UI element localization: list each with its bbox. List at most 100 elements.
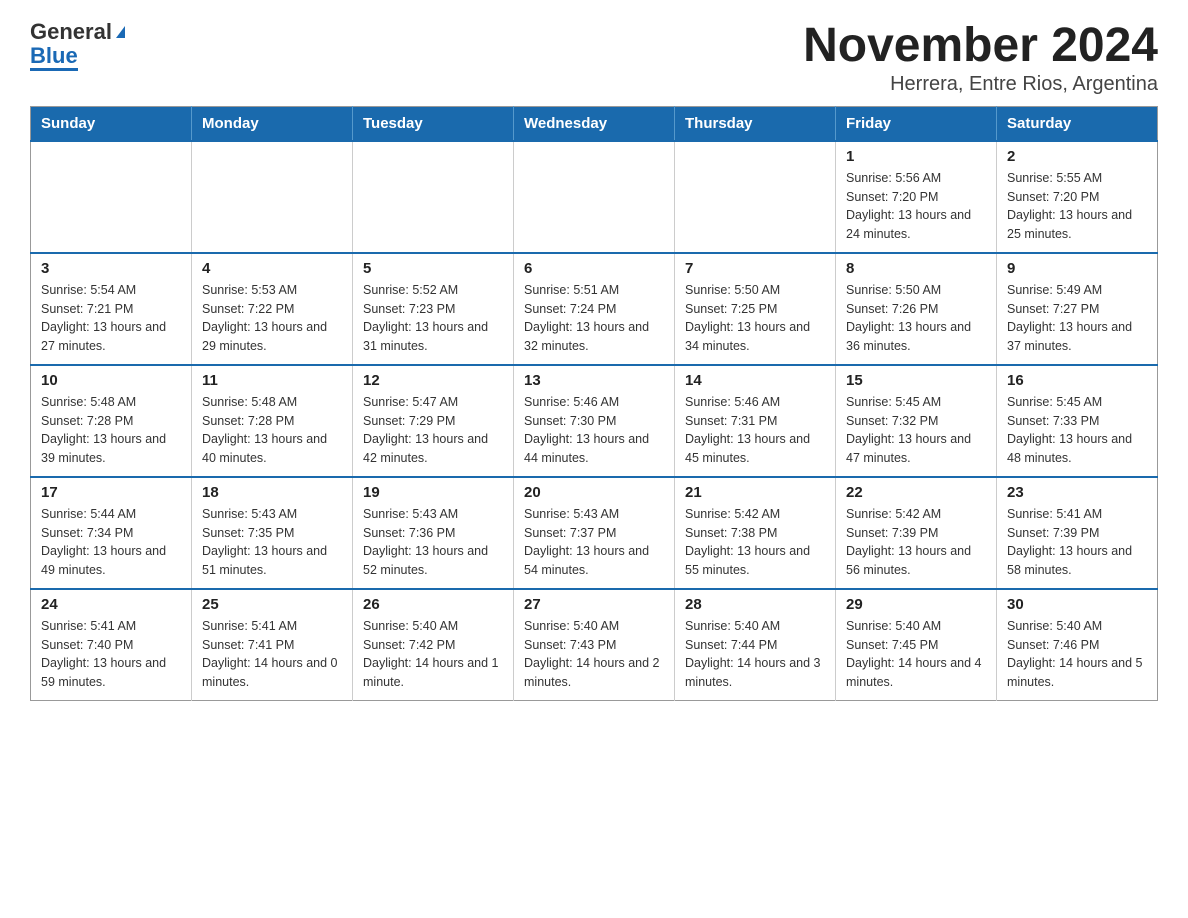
- day-cell: 29Sunrise: 5:40 AMSunset: 7:45 PMDayligh…: [836, 589, 997, 701]
- logo-general: General: [30, 20, 112, 44]
- day-info: Sunrise: 5:56 AMSunset: 7:20 PMDaylight:…: [846, 169, 986, 244]
- day-cell: 13 Sunrise: 5:46 AMSunset: 7:30 PMDayligh…: [514, 365, 675, 477]
- calendar-subtitle: Herrera, Entre Rios, Argentina: [803, 73, 1158, 96]
- day-number: 24: [41, 596, 181, 613]
- week-row-2: 3 Sunrise: 5:54 AMSunset: 7:21 PMDaylight…: [31, 253, 1158, 365]
- day-cell: 15 Sunrise: 5:45 AMSunset: 7:32 PMDayligh…: [836, 365, 997, 477]
- column-header-saturday: Saturday: [997, 106, 1158, 141]
- day-number: 5: [363, 260, 503, 277]
- title-block: November 2024 Herrera, Entre Rios, Argen…: [803, 20, 1158, 96]
- day-cell: 5Sunrise: 5:52 AMSunset: 7:23 PMDaylight…: [353, 253, 514, 365]
- day-cell: 2 Sunrise: 5:55 AMSunset: 7:20 PMDaylight…: [997, 141, 1158, 253]
- day-info: Sunrise: 5:53 AMSunset: 7:22 PMDaylight:…: [202, 281, 342, 356]
- day-cell: 22Sunrise: 5:42 AMSunset: 7:39 PMDayligh…: [836, 477, 997, 589]
- day-number: 23: [1007, 484, 1147, 501]
- day-cell: 17Sunrise: 5:44 AMSunset: 7:34 PMDayligh…: [31, 477, 192, 589]
- day-number: 3: [41, 260, 181, 277]
- day-info: Sunrise: 5:55 AMSunset: 7:20 PMDaylight:…: [1007, 169, 1147, 244]
- day-cell: [192, 141, 353, 253]
- day-number: 13: [524, 372, 664, 389]
- day-info: Sunrise: 5:50 AMSunset: 7:25 PMDaylight:…: [685, 281, 825, 356]
- day-number: 10: [41, 372, 181, 389]
- day-number: 15: [846, 372, 986, 389]
- day-info: Sunrise: 5:40 AMSunset: 7:44 PMDaylight:…: [685, 617, 825, 692]
- day-info: Sunrise: 5:40 AMSunset: 7:46 PMDaylight:…: [1007, 617, 1147, 692]
- day-cell: 12 Sunrise: 5:47 AMSunset: 7:29 PMDayligh…: [353, 365, 514, 477]
- column-header-thursday: Thursday: [675, 106, 836, 141]
- day-info: Sunrise: 5:44 AMSunset: 7:34 PMDaylight:…: [41, 505, 181, 580]
- day-cell: 8Sunrise: 5:50 AMSunset: 7:26 PMDaylight…: [836, 253, 997, 365]
- logo-triangle-icon: [116, 26, 125, 38]
- day-cell: [514, 141, 675, 253]
- day-cell: 28 Sunrise: 5:40 AMSunset: 7:44 PMDayligh…: [675, 589, 836, 701]
- day-number: 6: [524, 260, 664, 277]
- day-number: 14: [685, 372, 825, 389]
- day-info: Sunrise: 5:48 AMSunset: 7:28 PMDaylight:…: [202, 393, 342, 468]
- day-info: Sunrise: 5:49 AMSunset: 7:27 PMDaylight:…: [1007, 281, 1147, 356]
- day-number: 4: [202, 260, 342, 277]
- day-number: 25: [202, 596, 342, 613]
- day-cell: [675, 141, 836, 253]
- day-info: Sunrise: 5:54 AMSunset: 7:21 PMDaylight:…: [41, 281, 181, 356]
- day-info: Sunrise: 5:46 AMSunset: 7:30 PMDaylight:…: [524, 393, 664, 468]
- day-number: 28: [685, 596, 825, 613]
- day-number: 30: [1007, 596, 1147, 613]
- day-info: Sunrise: 5:43 AMSunset: 7:35 PMDaylight:…: [202, 505, 342, 580]
- day-info: Sunrise: 5:40 AMSunset: 7:45 PMDaylight:…: [846, 617, 986, 692]
- day-cell: 9 Sunrise: 5:49 AMSunset: 7:27 PMDaylight…: [997, 253, 1158, 365]
- day-number: 2: [1007, 148, 1147, 165]
- day-cell: 25 Sunrise: 5:41 AMSunset: 7:41 PMDayligh…: [192, 589, 353, 701]
- day-info: Sunrise: 5:40 AMSunset: 7:43 PMDaylight:…: [524, 617, 664, 692]
- week-row-3: 10 Sunrise: 5:48 AMSunset: 7:28 PMDayligh…: [31, 365, 1158, 477]
- day-info: Sunrise: 5:41 AMSunset: 7:41 PMDaylight:…: [202, 617, 342, 692]
- day-cell: 19Sunrise: 5:43 AMSunset: 7:36 PMDayligh…: [353, 477, 514, 589]
- day-cell: 10Sunrise: 5:48 AMSunset: 7:28 PMDayligh…: [31, 365, 192, 477]
- day-number: 21: [685, 484, 825, 501]
- week-row-5: 24 Sunrise: 5:41 AMSunset: 7:40 PMDayligh…: [31, 589, 1158, 701]
- day-cell: 4 Sunrise: 5:53 AMSunset: 7:22 PMDaylight…: [192, 253, 353, 365]
- day-info: Sunrise: 5:42 AMSunset: 7:39 PMDaylight:…: [846, 505, 986, 580]
- day-info: Sunrise: 5:46 AMSunset: 7:31 PMDaylight:…: [685, 393, 825, 468]
- day-cell: 14 Sunrise: 5:46 AMSunset: 7:31 PMDayligh…: [675, 365, 836, 477]
- day-info: Sunrise: 5:45 AMSunset: 7:32 PMDaylight:…: [846, 393, 986, 468]
- day-number: 12: [363, 372, 503, 389]
- day-cell: 27 Sunrise: 5:40 AMSunset: 7:43 PMDayligh…: [514, 589, 675, 701]
- week-row-4: 17Sunrise: 5:44 AMSunset: 7:34 PMDayligh…: [31, 477, 1158, 589]
- day-number: 19: [363, 484, 503, 501]
- day-number: 16: [1007, 372, 1147, 389]
- column-header-sunday: Sunday: [31, 106, 192, 141]
- day-info: Sunrise: 5:43 AMSunset: 7:37 PMDaylight:…: [524, 505, 664, 580]
- day-number: 9: [1007, 260, 1147, 277]
- week-row-1: 1 Sunrise: 5:56 AMSunset: 7:20 PMDaylight…: [31, 141, 1158, 253]
- day-cell: [353, 141, 514, 253]
- day-number: 27: [524, 596, 664, 613]
- day-info: Sunrise: 5:47 AMSunset: 7:29 PMDaylight:…: [363, 393, 503, 468]
- day-cell: 6 Sunrise: 5:51 AMSunset: 7:24 PMDaylight…: [514, 253, 675, 365]
- column-header-friday: Friday: [836, 106, 997, 141]
- day-info: Sunrise: 5:50 AMSunset: 7:26 PMDaylight:…: [846, 281, 986, 356]
- day-info: Sunrise: 5:45 AMSunset: 7:33 PMDaylight:…: [1007, 393, 1147, 468]
- column-header-tuesday: Tuesday: [353, 106, 514, 141]
- day-number: 1: [846, 148, 986, 165]
- logo-blue: Blue: [30, 44, 78, 71]
- calendar-header-row: SundayMondayTuesdayWednesdayThursdayFrid…: [31, 106, 1158, 141]
- day-cell: 16 Sunrise: 5:45 AMSunset: 7:33 PMDayligh…: [997, 365, 1158, 477]
- calendar-title: November 2024: [803, 20, 1158, 73]
- column-header-monday: Monday: [192, 106, 353, 141]
- day-info: Sunrise: 5:42 AMSunset: 7:38 PMDaylight:…: [685, 505, 825, 580]
- logo: General Blue: [30, 20, 125, 71]
- day-cell: 3 Sunrise: 5:54 AMSunset: 7:21 PMDaylight…: [31, 253, 192, 365]
- day-cell: 24 Sunrise: 5:41 AMSunset: 7:40 PMDayligh…: [31, 589, 192, 701]
- day-info: Sunrise: 5:51 AMSunset: 7:24 PMDaylight:…: [524, 281, 664, 356]
- day-cell: 23Sunrise: 5:41 AMSunset: 7:39 PMDayligh…: [997, 477, 1158, 589]
- day-number: 26: [363, 596, 503, 613]
- day-cell: 21 Sunrise: 5:42 AMSunset: 7:38 PMDayligh…: [675, 477, 836, 589]
- day-cell: [31, 141, 192, 253]
- day-info: Sunrise: 5:40 AMSunset: 7:42 PMDaylight:…: [363, 617, 503, 692]
- day-cell: 7 Sunrise: 5:50 AMSunset: 7:25 PMDaylight…: [675, 253, 836, 365]
- day-cell: 1 Sunrise: 5:56 AMSunset: 7:20 PMDaylight…: [836, 141, 997, 253]
- day-cell: 11Sunrise: 5:48 AMSunset: 7:28 PMDayligh…: [192, 365, 353, 477]
- day-info: Sunrise: 5:41 AMSunset: 7:40 PMDaylight:…: [41, 617, 181, 692]
- day-number: 7: [685, 260, 825, 277]
- day-cell: 20Sunrise: 5:43 AMSunset: 7:37 PMDayligh…: [514, 477, 675, 589]
